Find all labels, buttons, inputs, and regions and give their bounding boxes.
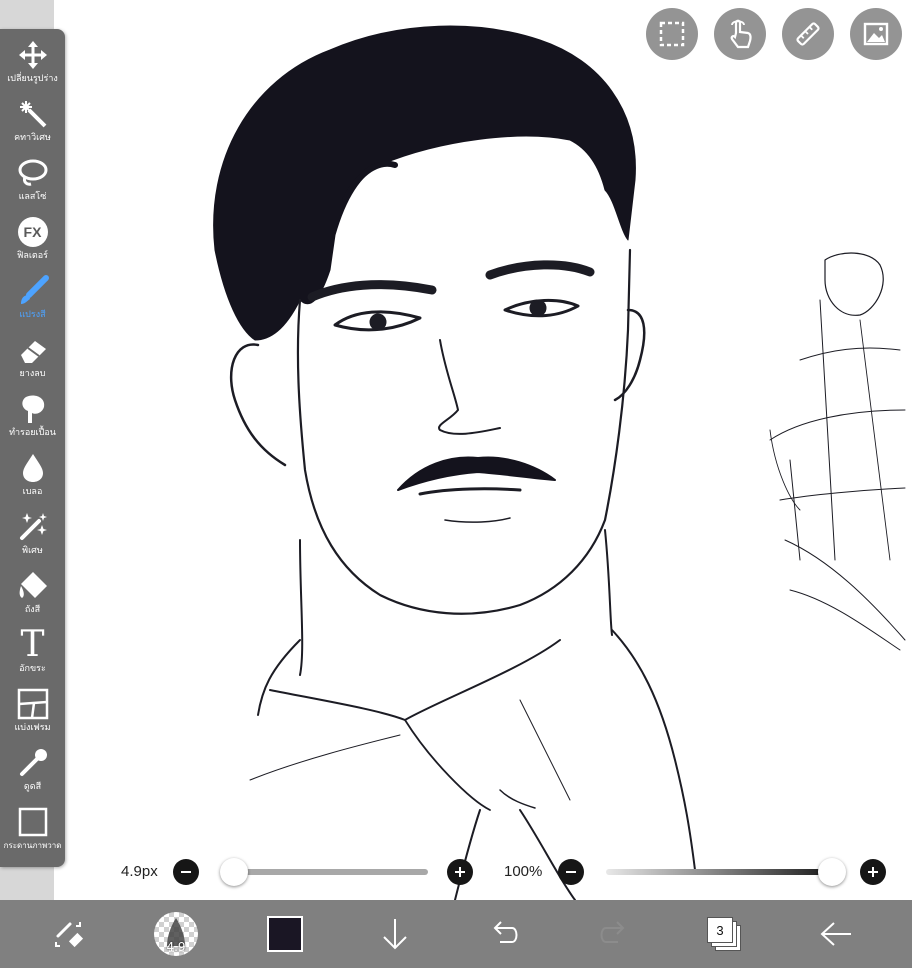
swap-tools-button[interactable] [38, 900, 98, 968]
tool-palette: เปลี่ยนรูปร่าง คทาวิเศษ แลสโซ่ FX ฟิลเตอ… [0, 29, 65, 867]
tool-eyedropper[interactable]: ดูดสี [0, 745, 65, 803]
arrow-left-icon [820, 922, 851, 946]
blur-drop-icon [15, 450, 51, 486]
text-icon: T [20, 624, 45, 665]
back-button[interactable] [806, 900, 866, 968]
tool-text[interactable]: T อักขระ [0, 627, 65, 685]
canvas-icon [15, 804, 51, 840]
layers-button[interactable]: 3 [694, 900, 754, 968]
tool-blur[interactable]: เบลอ [0, 450, 65, 508]
arrow-down-icon [383, 919, 407, 950]
plus-icon [868, 867, 878, 877]
tool-frame[interactable]: แบ่งเฟรม [0, 686, 65, 744]
tool-eraser[interactable]: ยางลบ [0, 332, 65, 390]
tool-label: เปลี่ยนรูปร่าง [7, 74, 58, 84]
redo-icon [600, 921, 625, 943]
tool-filter[interactable]: FX ฟิลเตอร์ [0, 214, 65, 272]
drawing-canvas[interactable] [54, 0, 912, 900]
opacity-increase-button[interactable] [860, 859, 886, 885]
tool-label: ดูดสี [23, 782, 42, 792]
minus-icon [181, 871, 191, 873]
size-increase-button[interactable] [447, 859, 473, 885]
selection-rect-icon [659, 21, 685, 47]
undo-button[interactable] [474, 900, 534, 968]
brush-size-label: 4.9px [121, 863, 158, 880]
tool-brush[interactable]: แปรงสี [0, 273, 65, 331]
tool-label: แปรงสี [19, 310, 46, 320]
tool-label: พิเศษ [22, 546, 43, 556]
tool-transform[interactable]: เปลี่ยนรูปร่าง [0, 37, 65, 95]
bottom-toolbar: 4.9 3 [0, 900, 912, 968]
tool-label: คทาวิเศษ [14, 133, 51, 143]
move-arrows-icon [15, 37, 51, 73]
magic-wand-icon [15, 96, 51, 132]
size-slider-knob[interactable] [220, 858, 249, 886]
fx-icon: FX [15, 214, 51, 250]
canvas-artwork [213, 25, 906, 900]
current-color-swatch [267, 916, 303, 952]
tool-magic-wand[interactable]: คทาวิเศษ [0, 96, 65, 154]
tool-fill[interactable]: ถังสี [0, 568, 65, 626]
menu-down-button[interactable] [365, 900, 425, 968]
tool-label: ยางลบ [19, 369, 46, 379]
finger-touch-icon [730, 19, 752, 49]
plus-icon [455, 867, 465, 877]
brush-preview: 4.9 [154, 912, 198, 956]
tool-lasso[interactable]: แลสโซ่ [0, 155, 65, 213]
undo-icon [493, 921, 518, 943]
color-button[interactable] [255, 900, 315, 968]
tool-label: เบลอ [22, 487, 43, 497]
brush-preview-value: 4.9 [166, 940, 186, 954]
size-decrease-button[interactable] [173, 859, 199, 885]
tool-label: ฟิลเตอร์ [16, 251, 49, 261]
tool-label: แลสโซ่ [18, 192, 47, 202]
ruler-icon [796, 22, 820, 46]
redo-button[interactable] [584, 900, 644, 968]
tool-label: ทำรอยเปื้อน [9, 428, 56, 438]
layers-icon: 3 [707, 917, 741, 951]
layer-count: 3 [707, 917, 733, 943]
sparkle-wand-icon [15, 509, 51, 545]
brush-opacity-slider[interactable] [606, 869, 832, 875]
tool-special[interactable]: พิเศษ [0, 509, 65, 567]
image-icon [863, 22, 889, 46]
swap-brush-eraser-icon [55, 922, 84, 948]
lasso-icon [15, 155, 51, 191]
brush-preview-button[interactable]: 4.9 [146, 900, 206, 968]
tool-smudge[interactable]: ทำรอยเปื้อน [0, 391, 65, 449]
frame-divider-icon [15, 686, 51, 722]
tool-label: กระดานภาพวาด [3, 841, 62, 850]
opacity-slider-knob[interactable] [818, 858, 846, 886]
tool-label: ถังสี [24, 605, 41, 615]
tool-label: อักขระ [19, 664, 46, 674]
brush-icon [15, 273, 51, 309]
minus-icon [566, 871, 576, 873]
ruler-button[interactable] [782, 8, 834, 60]
tool-canvas[interactable]: กระดานภาพวาด [0, 804, 65, 862]
brush-opacity-label: 100% [504, 863, 543, 880]
smudge-icon [15, 391, 51, 427]
reference-button[interactable] [850, 8, 902, 60]
selection-button[interactable] [646, 8, 698, 60]
bucket-icon [15, 568, 51, 604]
eyedropper-icon [15, 745, 51, 781]
tool-label: แบ่งเฟรม [14, 723, 51, 733]
touch-button[interactable] [714, 8, 766, 60]
brush-size-slider[interactable] [222, 869, 428, 875]
opacity-decrease-button[interactable] [558, 859, 584, 885]
eraser-icon [15, 332, 51, 368]
